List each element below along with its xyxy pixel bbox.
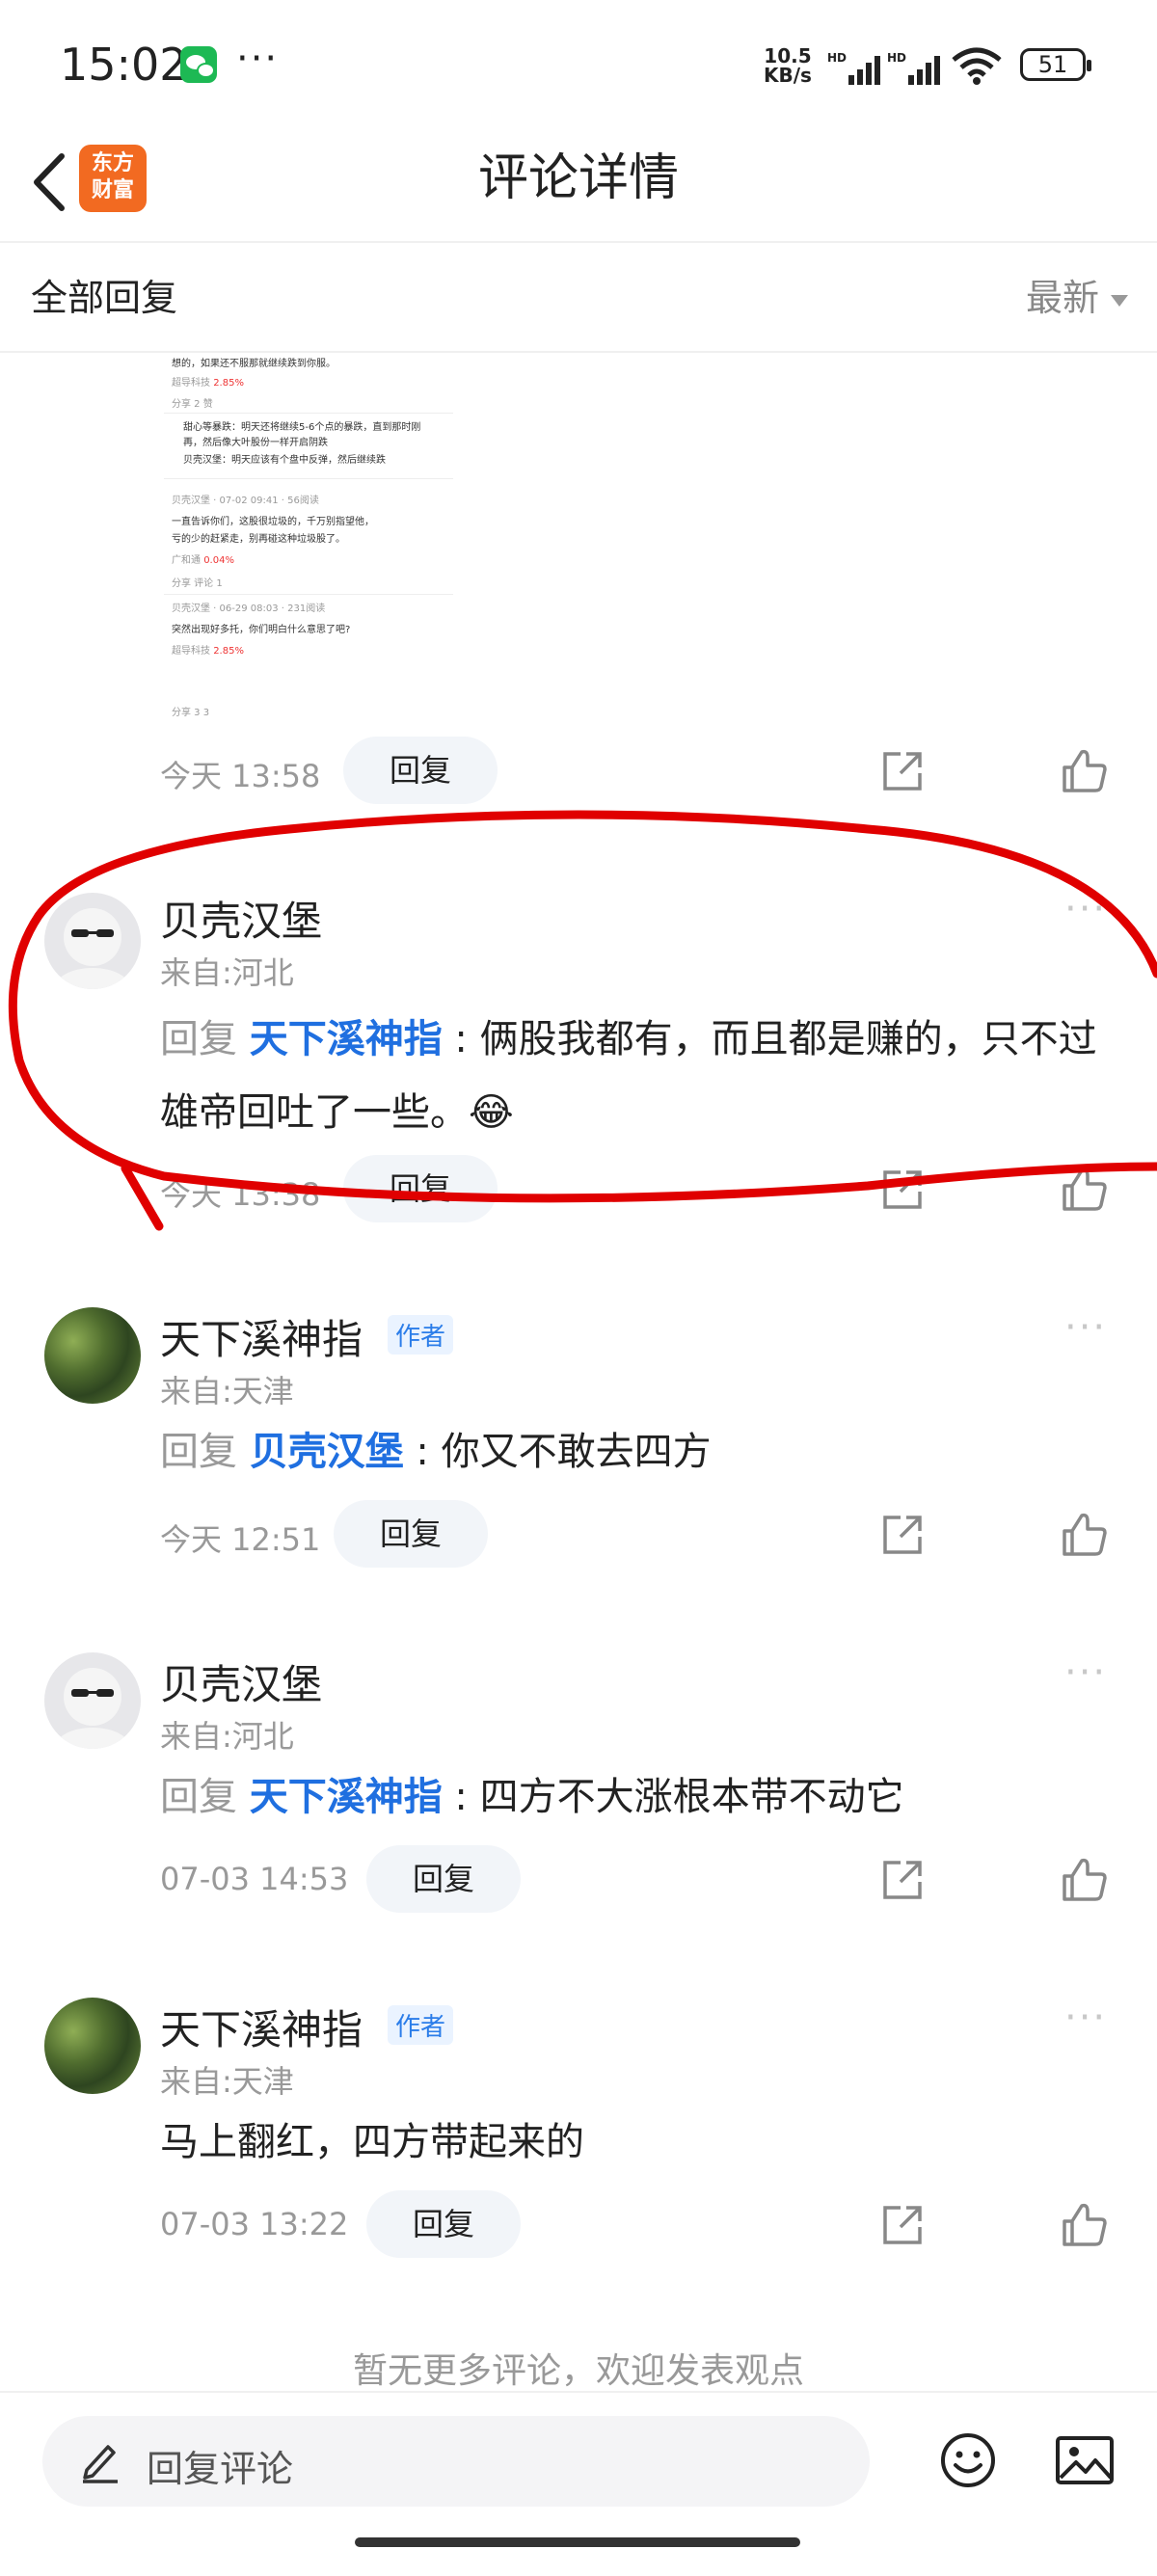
page-title: 评论详情 — [477, 149, 679, 207]
reply-comment-placeholder: 回复评论 — [147, 2448, 294, 2490]
username[interactable]: 天下溪神指 — [160, 1307, 363, 1366]
location: 来自:河北 — [160, 1718, 294, 1755]
comment-text: 马上翻红，四方带起来的 — [160, 2120, 584, 2164]
reply-button[interactable]: 回复 — [343, 737, 498, 804]
sunglasses-avatar-icon — [54, 1668, 131, 1749]
clock: 15:02 — [60, 39, 188, 91]
comment-text: 回复 天下溪神指 : 四方不大涨根本带不动它 — [160, 1775, 904, 1819]
comment-time: 07-03 13:22 — [160, 2206, 349, 2242]
no-more-comments-note: 暂无更多评论，欢迎发表观点 — [352, 2351, 804, 2391]
like-icon[interactable] — [1061, 1165, 1109, 1213]
share-icon[interactable] — [879, 1857, 926, 1903]
author-badge: 作者 — [388, 1315, 454, 1355]
network-speed: 10.5 KB/s — [764, 44, 812, 87]
more-options-icon[interactable]: ··· — [1064, 887, 1107, 931]
more-options-icon[interactable]: ··· — [1064, 1305, 1107, 1350]
reply-button[interactable]: 回复 — [343, 1155, 498, 1222]
avatar[interactable] — [44, 1307, 141, 1404]
comment-time: 今天 13:38 — [160, 1176, 321, 1213]
more-notifications-icon: ··· — [236, 37, 280, 81]
svg-text:HD: HD — [887, 51, 906, 65]
reply-button[interactable]: 回复 — [334, 1500, 488, 1568]
more-options-icon[interactable]: ··· — [1064, 1650, 1107, 1695]
location: 来自:河北 — [160, 954, 294, 991]
location: 来自:天津 — [160, 2063, 294, 2100]
wifi-icon — [952, 47, 1002, 85]
reply-comment-input[interactable]: 回复评论 — [42, 2416, 870, 2507]
location: 来自:天津 — [160, 1373, 294, 1409]
avatar[interactable] — [44, 1652, 141, 1749]
image-icon[interactable] — [1055, 2435, 1115, 2485]
username[interactable]: 贝壳汉堡 — [160, 889, 322, 948]
signal-icon-2: HD — [887, 51, 940, 85]
share-icon[interactable] — [879, 1512, 926, 1558]
svg-text:HD: HD — [827, 51, 847, 65]
like-icon[interactable] — [1061, 1855, 1109, 1903]
comment-time: 今天 12:51 — [160, 1521, 321, 1558]
top-nav: 评论详情 东方 财富 — [0, 125, 1157, 243]
mention-link[interactable]: 天下溪神指 — [250, 1017, 443, 1061]
share-icon[interactable] — [879, 748, 926, 794]
caret-down-icon — [1111, 294, 1128, 307]
comment-time: 今天 13:58 — [160, 758, 321, 794]
avatar[interactable] — [44, 893, 141, 989]
home-indicator[interactable] — [355, 2537, 800, 2547]
all-replies-label: 全部回复 — [31, 277, 178, 319]
like-icon[interactable] — [1061, 746, 1109, 794]
more-options-icon[interactable]: ··· — [1064, 1996, 1107, 2040]
signal-icon: HD — [827, 51, 880, 85]
username[interactable]: 天下溪神指 — [160, 1998, 363, 2056]
like-icon[interactable] — [1061, 2200, 1109, 2248]
sunglasses-avatar-icon — [54, 908, 131, 989]
like-icon[interactable] — [1061, 1510, 1109, 1558]
filter-bar: 全部回复 最新 — [0, 243, 1157, 353]
battery-icon: 51 — [1020, 48, 1091, 81]
share-icon[interactable] — [879, 2202, 926, 2248]
wechat-notification-icon — [180, 46, 217, 83]
app-logo[interactable]: 东方 财富 — [79, 145, 147, 212]
status-bar: 15:02 ··· 10.5 KB/s HD HD 51 — [0, 0, 1157, 125]
pen-icon — [83, 2445, 118, 2483]
mention-link[interactable]: 贝壳汉堡 — [250, 1430, 404, 1474]
comment-time: 07-03 14:53 — [160, 1861, 349, 1897]
reply-button[interactable]: 回复 — [366, 1845, 521, 1913]
avatar[interactable] — [44, 1998, 141, 2094]
back-arrow-icon[interactable] — [27, 150, 75, 214]
username[interactable]: 贝壳汉堡 — [160, 1652, 322, 1711]
sort-dropdown[interactable]: 最新 — [1026, 268, 1128, 321]
comment-text: 回复 贝壳汉堡 : 你又不敢去四方 — [160, 1430, 712, 1474]
comment-text: 回复 天下溪神指 : 俩股我都有，而且都是赚的，只不过雄帝回吐了一些。😂 — [160, 1017, 1097, 1135]
author-badge: 作者 — [388, 2005, 454, 2045]
mention-link[interactable]: 天下溪神指 — [250, 1775, 443, 1819]
share-icon[interactable] — [879, 1167, 926, 1213]
reply-button[interactable]: 回复 — [366, 2190, 521, 2258]
emoji-icon[interactable] — [939, 2431, 997, 2489]
bottom-input-bar: 回复评论 — [0, 2391, 1157, 2576]
laughing-emoji-icon: 😂 — [469, 1090, 514, 1135]
comment-screenshot-image[interactable]: 想的，如果还不服那就继续跌到你服。 超导科技 2.85% 分享 2 赞 甜心等暴… — [154, 353, 463, 729]
